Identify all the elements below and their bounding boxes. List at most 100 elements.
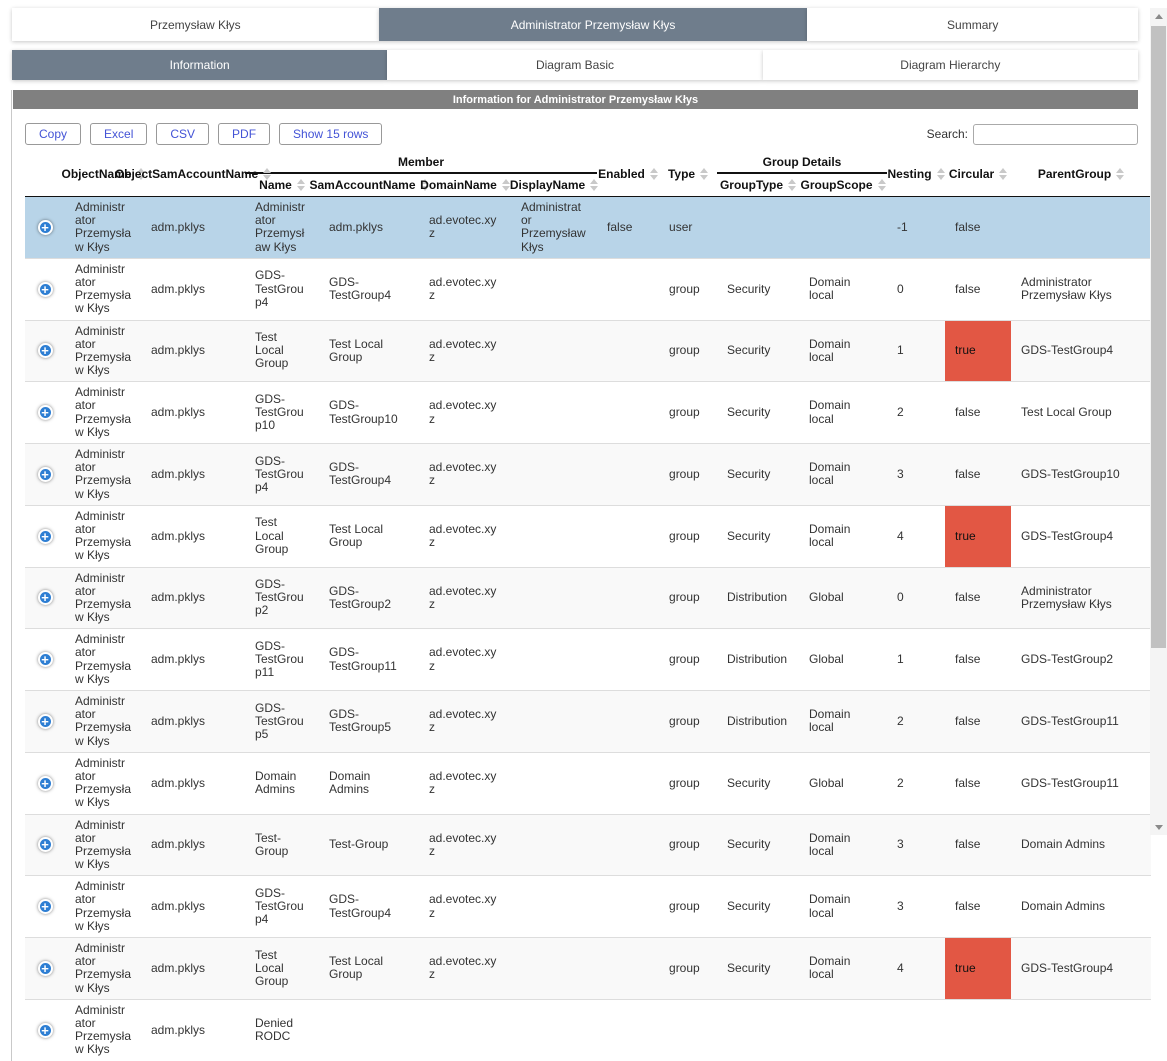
cell-circular: false: [945, 444, 1011, 506]
sort-icon[interactable]: [1116, 168, 1124, 180]
table-row[interactable]: +Administrator Przemysław Kłysadm.pklysG…: [25, 258, 1151, 320]
expand-cell: +: [25, 999, 65, 1060]
table-row[interactable]: +Administrator Przemysław Kłysadm.pklysG…: [25, 567, 1151, 629]
header-object-sam-account-name[interactable]: ObjectSamAccountName: [141, 152, 245, 197]
tab-diagram-basic[interactable]: Diagram Basic: [387, 50, 762, 80]
cell-parent-group: GDS-TestGroup2: [1011, 629, 1151, 691]
cell-type: group: [659, 938, 717, 1000]
table-row[interactable]: +Administrator Przemysław Kłysadm.pklysG…: [25, 629, 1151, 691]
sort-icon[interactable]: [700, 168, 708, 180]
expand-cell: +: [25, 258, 65, 320]
cell-display-name: [511, 567, 597, 629]
table-row[interactable]: +Administrator Przemysław Kłysadm.pklysT…: [25, 938, 1151, 1000]
table-row[interactable]: +Administrator Przemysław Kłysadm.pklysD…: [25, 752, 1151, 814]
header-circular[interactable]: Circular: [945, 152, 1011, 197]
table-row[interactable]: +Administrator Przemysław Kłysadm.pklysT…: [25, 814, 1151, 876]
tab-information[interactable]: Information: [12, 50, 387, 80]
pdf-button[interactable]: PDF: [218, 123, 270, 145]
header-parent-group[interactable]: ParentGroup: [1011, 152, 1151, 197]
cell-sam-account-name: GDS-TestGroup4: [319, 258, 419, 320]
expand-cell: +: [25, 320, 65, 382]
cell-group-type: Distribution: [717, 691, 799, 753]
expand-row-icon[interactable]: +: [38, 467, 53, 482]
header-type[interactable]: Type: [659, 152, 717, 197]
cell-parent-group: GDS-TestGroup4: [1011, 505, 1151, 567]
cell-parent-group: [1011, 197, 1151, 259]
expand-row-icon[interactable]: +: [38, 405, 53, 420]
expand-row-icon[interactable]: +: [38, 714, 53, 729]
header-member-display-name[interactable]: DisplayName: [511, 173, 597, 197]
expand-row-icon[interactable]: +: [38, 343, 53, 358]
table-row[interactable]: +Administrator Przemysław Kłysadm.pklysD…: [25, 999, 1151, 1060]
cell-parent-group: GDS-TestGroup11: [1011, 691, 1151, 753]
cell-group-type: Distribution: [717, 567, 799, 629]
sort-icon[interactable]: [297, 179, 305, 191]
tab-diagram-hierarchy[interactable]: Diagram Hierarchy: [763, 50, 1138, 80]
cell-nesting: 4: [887, 505, 945, 567]
header-group-scope[interactable]: GroupScope: [799, 173, 887, 197]
cell-group-scope: Global: [799, 629, 887, 691]
scroll-down-icon[interactable]: [1150, 819, 1167, 835]
header-member-domain-name[interactable]: DomainName: [419, 173, 511, 197]
expand-row-icon[interactable]: +: [38, 899, 53, 914]
copy-button[interactable]: Copy: [25, 123, 81, 145]
sort-icon[interactable]: [650, 168, 658, 180]
cell-enabled: [597, 999, 659, 1060]
expand-row-icon[interactable]: +: [38, 837, 53, 852]
sort-icon[interactable]: [937, 168, 945, 180]
sort-icon[interactable]: [788, 179, 796, 191]
cell-object-name: Administrator Przemysław Kłys: [65, 876, 141, 938]
table-row[interactable]: +Administrator Przemysław Kłysadm.pklysG…: [25, 876, 1151, 938]
expand-row-icon[interactable]: +: [38, 282, 53, 297]
cell-nesting: [887, 999, 945, 1060]
expand-cell: +: [25, 752, 65, 814]
cell-group-type: Security: [717, 814, 799, 876]
cell-sam-account-name: GDS-TestGroup4: [319, 444, 419, 506]
expand-row-icon[interactable]: +: [38, 652, 53, 667]
cell-type: group: [659, 876, 717, 938]
cell-sam-account-name: GDS-TestGroup5: [319, 691, 419, 753]
table-row[interactable]: +Administrator Przemysław Kłysadm.pklysT…: [25, 505, 1151, 567]
cell-display-name: [511, 938, 597, 1000]
sort-icon[interactable]: [878, 179, 886, 191]
cell-object-sam-account-name: adm.pklys: [141, 814, 245, 876]
scrollbar-thumb[interactable]: [1151, 26, 1166, 648]
header-nesting[interactable]: Nesting: [887, 152, 945, 197]
excel-button[interactable]: Excel: [90, 123, 147, 145]
expand-row-icon[interactable]: +: [38, 529, 53, 544]
cell-domain-name: ad.evotec.xyz: [419, 444, 511, 506]
tab-przemyslaw-klys[interactable]: Przemysław Kłys: [12, 8, 379, 41]
table-row[interactable]: +Administrator Przemysław Kłysadm.pklysG…: [25, 382, 1151, 444]
sort-icon[interactable]: [999, 168, 1007, 180]
cell-object-name: Administrator Przemysław Kłys: [65, 197, 141, 259]
table-row[interactable]: +Administrator Przemysław Kłysadm.pklysG…: [25, 444, 1151, 506]
cell-parent-group: GDS-TestGroup4: [1011, 938, 1151, 1000]
cell-display-name: [511, 691, 597, 753]
cell-group-type: Security: [717, 444, 799, 506]
cell-name: GDS-TestGroup10: [245, 382, 319, 444]
expand-row-icon[interactable]: +: [38, 961, 53, 976]
tab-administrator-przemyslaw-klys[interactable]: Administrator Przemysław Kłys: [379, 8, 808, 41]
expand-row-icon[interactable]: +: [38, 776, 53, 791]
sort-icon[interactable]: [502, 179, 510, 191]
csv-button[interactable]: CSV: [156, 123, 209, 145]
header-member-sam-account-name[interactable]: SamAccountName: [319, 173, 419, 197]
vertical-scrollbar[interactable]: [1150, 8, 1167, 835]
sort-icon[interactable]: [590, 179, 598, 191]
cell-circular: true: [945, 320, 1011, 382]
table-row[interactable]: +Administrator Przemysław Kłysadm.pklysG…: [25, 691, 1151, 753]
scroll-up-icon[interactable]: [1150, 8, 1167, 24]
expand-row-icon[interactable]: +: [38, 220, 53, 235]
cell-sam-account-name: GDS-TestGroup4: [319, 876, 419, 938]
header-group-type[interactable]: GroupType: [717, 173, 799, 197]
table-row[interactable]: +Administrator Przemysław Kłysadm.pklysA…: [25, 197, 1151, 259]
expand-row-icon[interactable]: +: [38, 590, 53, 605]
cell-object-name: Administrator Przemysław Kłys: [65, 938, 141, 1000]
show-rows-button[interactable]: Show 15 rows: [279, 123, 382, 145]
search-input[interactable]: [973, 124, 1138, 145]
header-enabled[interactable]: Enabled: [597, 152, 659, 197]
table-row[interactable]: +Administrator Przemysław Kłysadm.pklysT…: [25, 320, 1151, 382]
expand-row-icon[interactable]: +: [38, 1023, 53, 1038]
cell-name: Test-Group: [245, 814, 319, 876]
tab-summary[interactable]: Summary: [807, 8, 1138, 41]
